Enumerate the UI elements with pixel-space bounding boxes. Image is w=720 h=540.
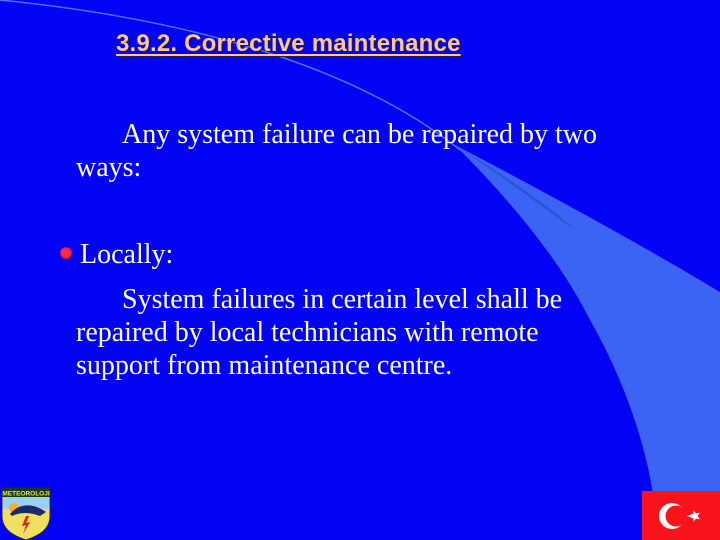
word: repaired [76,317,168,348]
word: remote [460,317,539,348]
intro-paragraph: Any system failure can be repaired by tw… [76,118,676,184]
bullet-body: System failures in certain level shall b… [76,283,674,382]
bullet-item: Locally: [60,238,173,271]
slide: 3.9.2. Corrective maintenance Any system… [0,0,720,540]
logo-text: METEOROLOJI [2,491,50,498]
turkish-flag-icon [642,491,720,540]
flower-bullet-icon [60,247,72,259]
word: by [174,317,203,348]
bullet-body-line-3: support from maintenance centre. [76,350,453,381]
bullet-body-line-2: repaired by local technicians with remot… [76,316,674,349]
intro-line-2: ways: [76,152,142,183]
intro-line-1: Any system failure can be repaired by tw… [122,119,598,150]
word: with [404,317,454,348]
bullet-body-line-1: System failures in certain level shall b… [122,284,563,315]
bullet-heading: Locally: [80,239,174,270]
word: local [209,317,265,348]
meteorology-emblem-icon: METEOROLOJI [1,487,51,540]
word: technicians [271,317,398,348]
slide-title: 3.9.2. Corrective maintenance [116,30,461,57]
